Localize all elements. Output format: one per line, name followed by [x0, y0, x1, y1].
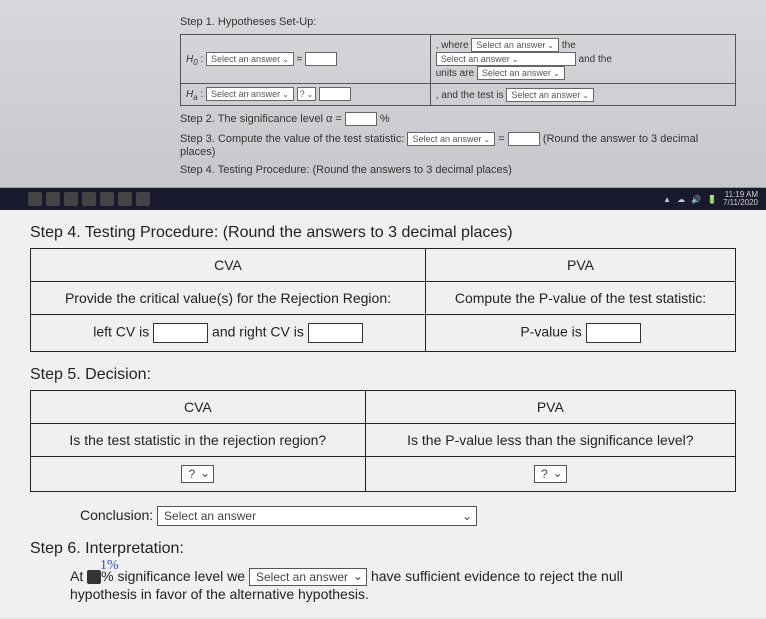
taskbar-icon[interactable] [136, 192, 150, 206]
step4-label: Step 4. Testing Procedure: (Round the an… [30, 224, 736, 242]
h0-desc-cell: , where Select an answer the Select an a… [430, 35, 735, 84]
test-type-select[interactable]: Select an answer [506, 88, 594, 102]
left-cv-input[interactable] [153, 323, 208, 343]
where-select[interactable]: Select an answer [471, 38, 559, 52]
taskbar-icon[interactable] [28, 192, 42, 206]
pva-header-2: PVA [365, 391, 735, 424]
pv-select-cell: ? [365, 457, 735, 492]
rr-select-cell: ? [31, 457, 366, 492]
step1-label: Step 1. Hypotheses Set-Up: [180, 16, 736, 28]
pva-header: PVA [426, 249, 736, 282]
h0-symbol: H0 [186, 54, 198, 65]
provide-cv-cell: Provide the critical value(s) for the Re… [31, 282, 426, 315]
taskbar-icon[interactable] [64, 192, 78, 206]
statistic-select[interactable]: Select an answer [407, 132, 495, 146]
step2-label: Step 2. The significance level α = % [180, 112, 736, 126]
taskbar-date: 7/11/2020 [723, 199, 758, 207]
pvalue-input-cell: P-value is [426, 315, 736, 352]
step3-label: Step 3. Compute the value of the test st… [180, 132, 736, 158]
step5-label: Step 5. Decision: [30, 366, 736, 384]
step5-table: CVA PVA Is the test statistic in the rej… [30, 390, 736, 492]
interpretation-select[interactable]: Select an answer [249, 568, 367, 586]
tray-icon[interactable]: ☁ [677, 195, 685, 204]
cva-header-2: CVA [31, 391, 366, 424]
h0-select[interactable]: Select an answer [206, 52, 294, 66]
ha-select[interactable]: Select an answer [206, 87, 294, 101]
handwritten-annotation: 1% [100, 558, 119, 574]
pv-select[interactable]: ? [534, 465, 567, 483]
step4-table: CVA PVA Provide the critical value(s) fo… [30, 248, 736, 352]
statistic-input[interactable] [508, 132, 540, 146]
step6-label: Step 6. Interpretation: [30, 540, 736, 558]
alpha-input[interactable] [345, 112, 377, 126]
taskbar-icon[interactable] [100, 192, 114, 206]
pvalue-input[interactable] [586, 323, 641, 343]
compute-p-cell: Compute the P-value of the test statisti… [426, 282, 736, 315]
hypotheses-table: H0 : Select an answer = , where Select a… [180, 34, 736, 106]
taskbar-icon[interactable] [46, 192, 60, 206]
tray-icon[interactable]: 🔋 [707, 195, 717, 204]
pv-question-cell: Is the P-value less than the significanc… [365, 424, 735, 457]
h0-cell: H0 : Select an answer = [181, 35, 431, 84]
ha-symbol: Ha [186, 89, 198, 100]
cva-header: CVA [31, 249, 426, 282]
desc-select[interactable]: Select an answer [436, 52, 576, 66]
h0-value-input[interactable] [305, 52, 337, 66]
conclusion-select[interactable]: Select an answer [157, 506, 477, 526]
taskbar-icon[interactable] [118, 192, 132, 206]
ha-value-input[interactable] [319, 87, 351, 101]
taskbar: ▲ ☁ 🔊 🔋 11:19 AM 7/11/2020 [0, 188, 766, 210]
rr-select[interactable]: ? [181, 465, 214, 483]
hypothesis-cont: hypothesis in favor of the alternative h… [70, 586, 736, 602]
tray-icon[interactable]: ▲ [663, 195, 671, 204]
tray-icon[interactable]: 🔊 [691, 195, 701, 204]
right-cv-input[interactable] [308, 323, 363, 343]
conclusion-row: Conclusion: Select an answer [80, 506, 736, 526]
step4-top-label: Step 4. Testing Procedure: (Round the an… [180, 164, 736, 176]
ha-cell: Ha : Select an answer ? [181, 84, 431, 106]
ha-desc-cell: , and the test is Select an answer [430, 84, 735, 106]
ha-op-select[interactable]: ? [297, 87, 317, 101]
interpretation-text: At % significance level we Select an ans… [70, 568, 736, 602]
rr-question-cell: Is the test statistic in the rejection r… [31, 424, 366, 457]
taskbar-icon[interactable] [82, 192, 96, 206]
cv-inputs-cell: left CV is and right CV is [31, 315, 426, 352]
units-select[interactable]: Select an answer [477, 66, 565, 80]
